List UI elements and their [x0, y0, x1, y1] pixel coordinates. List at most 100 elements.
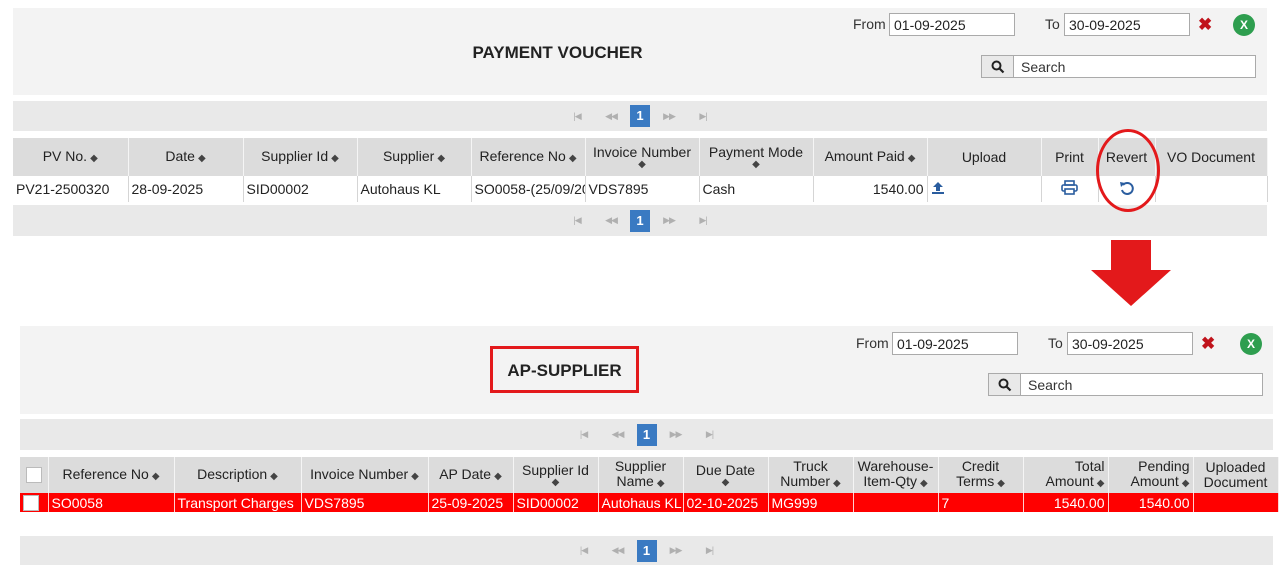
last-page-icon[interactable]: ▶|: [686, 111, 720, 122]
voucher-from-date-input[interactable]: [889, 13, 1015, 36]
table-row[interactable]: PV21-2500320 28-09-2025 SID00002 Autohau…: [13, 176, 1268, 202]
search-input[interactable]: [1021, 374, 1262, 395]
next-page-icon[interactable]: ▶▶: [652, 215, 686, 226]
upload-icon[interactable]: [931, 181, 945, 195]
first-page-icon[interactable]: |◀: [560, 215, 594, 226]
cell-warehouse-item-qty: [853, 493, 939, 512]
col-reference-no[interactable]: Reference No ◆: [471, 138, 586, 176]
excel-export-icon[interactable]: X: [1233, 14, 1255, 36]
col-credit-terms[interactable]: Credit Terms ◆: [938, 457, 1024, 493]
col-pv-no[interactable]: PV No. ◆: [13, 138, 129, 176]
voucher-to-date-input[interactable]: [1064, 13, 1190, 36]
next-page-icon[interactable]: ▶▶: [659, 429, 693, 440]
col-amount-paid[interactable]: Amount Paid ◆: [813, 138, 928, 176]
first-page-icon[interactable]: |◀: [560, 111, 594, 122]
voucher-from-label: From: [853, 16, 886, 32]
col-supplier[interactable]: Supplier ◆: [357, 138, 472, 176]
first-page-icon[interactable]: |◀: [567, 545, 601, 556]
clear-date-icon[interactable]: ✖: [1201, 334, 1215, 354]
next-page-icon[interactable]: ▶▶: [652, 111, 686, 122]
col-due-date[interactable]: Due Date ◆: [683, 457, 769, 493]
last-page-icon[interactable]: ▶|: [693, 429, 727, 440]
ap-page-title: AP-SUPPLIER: [507, 361, 622, 380]
table-row[interactable]: SO0058 Transport Charges VDS7895 25-09-2…: [20, 493, 1279, 512]
current-page-button[interactable]: 1: [636, 539, 657, 562]
cell-payment-mode: Cash: [699, 176, 814, 202]
col-supplier-id[interactable]: Supplier Id ◆: [513, 457, 599, 493]
col-warehouse-item-qty[interactable]: Warehouse- Item-Qty ◆: [853, 457, 939, 493]
search-button[interactable]: [989, 374, 1021, 395]
cell-amount-paid: 1540.00: [813, 176, 928, 202]
prev-page-icon[interactable]: ◀◀: [601, 545, 635, 556]
prev-page-icon[interactable]: ◀◀: [594, 111, 628, 122]
voucher-to-label: To: [1045, 16, 1060, 32]
last-page-icon[interactable]: ▶|: [686, 215, 720, 226]
cell-supplier: Autohaus KL: [357, 176, 472, 202]
col-payment-mode[interactable]: Payment Mode ◆: [699, 138, 814, 176]
col-pending-amount[interactable]: Pending Amount ◆: [1108, 457, 1194, 493]
voucher-table: PV No. ◆ Date ◆ Supplier Id ◆ Supplier ◆ Ref…: [13, 138, 1268, 202]
search-icon: [998, 378, 1011, 391]
search-button[interactable]: [982, 56, 1014, 77]
prev-page-icon[interactable]: ◀◀: [594, 215, 628, 226]
ap-from-date-input[interactable]: [892, 332, 1018, 355]
col-total-amount[interactable]: Total Amount ◆: [1023, 457, 1109, 493]
last-page-icon[interactable]: ▶|: [693, 545, 727, 556]
clear-date-icon[interactable]: ✖: [1198, 15, 1212, 35]
search-icon: [991, 60, 1004, 73]
ap-pager-bottom: |◀ ◀◀ 1 ▶▶ ▶|: [20, 536, 1273, 565]
cell-truck-number: MG999: [768, 493, 854, 512]
col-supplier-name[interactable]: Supplier Name ◆: [598, 457, 684, 493]
cell-vo-document: [1155, 176, 1268, 202]
voucher-pager-top: |◀ ◀◀ 1 ▶▶ ▶|: [13, 101, 1267, 131]
voucher-search-box: [981, 55, 1256, 78]
cell-upload: [927, 176, 1042, 202]
ap-search-box: [988, 373, 1263, 396]
col-print: Print: [1041, 138, 1099, 176]
col-ap-date[interactable]: AP Date ◆: [428, 457, 514, 493]
col-reference-no[interactable]: Reference No ◆: [48, 457, 175, 493]
col-vo-document: VO Document: [1155, 138, 1268, 176]
cell-reference-no: SO0058-(25/09/2025): [471, 176, 586, 202]
col-invoice-number[interactable]: Invoice Number ◆: [301, 457, 429, 493]
ap-from-label: From: [856, 335, 889, 351]
cell-select: [20, 493, 49, 512]
ap-table: Reference No ◆ Description ◆ Invoice Numbe…: [20, 457, 1279, 512]
down-arrow-head: [1091, 270, 1171, 306]
cell-supplier-id: SID00002: [513, 493, 599, 512]
col-truck-number[interactable]: Truck Number ◆: [768, 457, 854, 493]
col-select-all: [20, 457, 49, 493]
cell-supplier-id: SID00002: [243, 176, 358, 202]
cell-pending-amount: 1540.00: [1108, 493, 1194, 512]
cell-ap-date: 25-09-2025: [428, 493, 514, 512]
voucher-page-title: PAYMENT VOUCHER: [472, 43, 643, 62]
revert-highlight-ellipse: [1096, 129, 1160, 212]
first-page-icon[interactable]: |◀: [567, 429, 601, 440]
excel-export-icon[interactable]: X: [1240, 333, 1262, 355]
print-icon[interactable]: [1061, 180, 1078, 195]
col-date[interactable]: Date ◆: [128, 138, 244, 176]
current-page-button[interactable]: 1: [630, 105, 650, 127]
down-arrow-icon: [1111, 240, 1151, 270]
select-all-checkbox[interactable]: [25, 467, 42, 484]
row-checkbox[interactable]: [23, 495, 39, 512]
col-supplier-id[interactable]: Supplier Id ◆: [243, 138, 358, 176]
search-input[interactable]: [1014, 56, 1255, 77]
col-invoice-number[interactable]: Invoice Number ◆: [585, 138, 700, 176]
cell-total-amount: 1540.00: [1023, 493, 1109, 512]
cell-due-date: 02-10-2025: [683, 493, 769, 512]
cell-date: 28-09-2025: [128, 176, 244, 202]
next-page-icon[interactable]: ▶▶: [659, 545, 693, 556]
current-page-button[interactable]: 1: [636, 423, 657, 446]
cell-invoice-number: VDS7895: [585, 176, 700, 202]
cell-credit-terms: 7: [938, 493, 1024, 512]
cell-pv-no: PV21-2500320: [13, 176, 129, 202]
ap-to-date-input[interactable]: [1067, 332, 1193, 355]
cell-description: Transport Charges: [174, 493, 302, 512]
cell-uploaded-document: [1193, 493, 1279, 512]
prev-page-icon[interactable]: ◀◀: [601, 429, 635, 440]
current-page-button[interactable]: 1: [630, 209, 650, 232]
col-uploaded-document: Uploaded Document: [1193, 457, 1279, 493]
voucher-pager-bottom: |◀ ◀◀ 1 ▶▶ ▶|: [13, 205, 1267, 236]
col-description[interactable]: Description ◆: [174, 457, 302, 493]
